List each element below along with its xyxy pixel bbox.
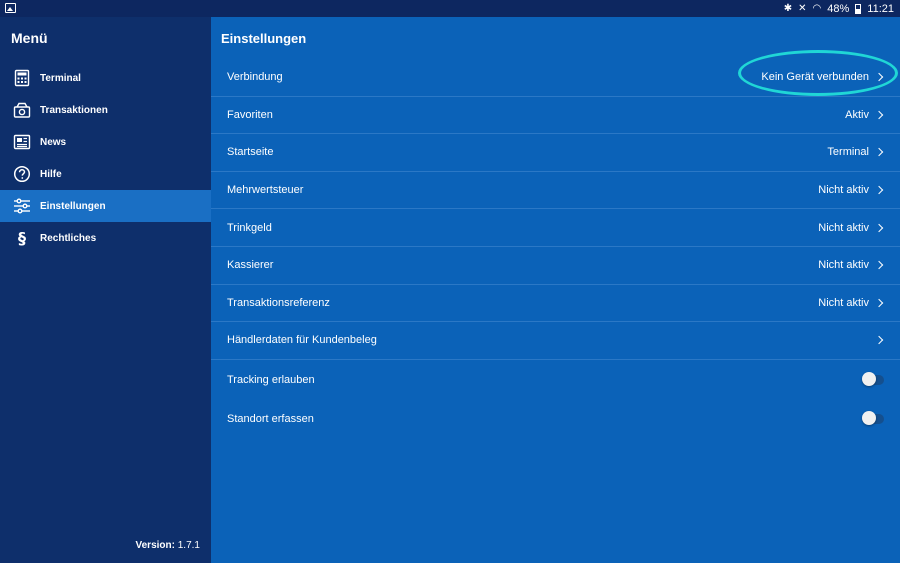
settings-row-tracking: Tracking erlauben (211, 360, 900, 400)
sidebar-title: Menü (11, 30, 48, 46)
row-label: Tracking erlauben (227, 373, 315, 386)
settings-row-mehrwertsteuer[interactable]: Mehrwertsteuer Nicht aktiv (211, 172, 900, 210)
row-label: Standort erfassen (227, 413, 314, 425)
sidebar-item-rechtliches[interactable]: § Rechtliches (0, 222, 211, 254)
toggle-knob (862, 411, 876, 425)
gallery-icon (5, 3, 16, 13)
calculator-icon (13, 69, 31, 87)
settings-row-kassierer[interactable]: Kassierer Nicht aktiv (211, 247, 900, 285)
settings-row-verbindung[interactable]: Verbindung Kein Gerät verbunden (211, 50, 900, 97)
mute-icon: ✕ (798, 3, 807, 14)
sidebar-item-label: Transaktionen (40, 104, 108, 116)
paragraph-icon: § (13, 229, 31, 247)
settings-row-startseite[interactable]: Startseite Terminal (211, 134, 900, 172)
version-value: 1.7.1 (177, 540, 200, 551)
app-version: Version: 1.7.1 (136, 540, 201, 551)
version-label: Version: (135, 540, 175, 551)
newspaper-icon (13, 133, 31, 151)
sidebar-item-einstellungen[interactable]: Einstellungen (0, 190, 211, 222)
sidebar-item-terminal[interactable]: Terminal (0, 62, 211, 94)
chevron-right-icon (874, 298, 884, 308)
settings-row-standort: Standort erfassen (211, 399, 900, 439)
row-value: Kein Gerät verbunden (761, 71, 869, 84)
tracking-toggle[interactable] (862, 371, 884, 386)
row-value: Nicht aktiv (818, 221, 869, 234)
sidebar-item-label: Einstellungen (40, 200, 106, 212)
row-label: Verbindung (227, 71, 283, 84)
row-value: Terminal (827, 146, 869, 159)
row-value: Nicht aktiv (818, 296, 869, 309)
chevron-right-icon (874, 110, 884, 120)
clock: 11:21 (867, 2, 894, 15)
row-label: Startseite (227, 146, 274, 159)
status-bar: ✱ ✕ ◠ 48% 11:21 (0, 0, 900, 17)
row-label: Händlerdaten für Kundenbeleg (227, 334, 377, 347)
row-value: Nicht aktiv (818, 259, 869, 272)
sidebar-item-label: Rechtliches (40, 232, 97, 244)
bluetooth-icon: ✱ (783, 3, 793, 14)
svg-text:§: § (18, 229, 26, 247)
sidebar-item-label: News (40, 136, 67, 148)
row-label: Kassierer (227, 259, 274, 272)
toggle-knob (862, 371, 876, 386)
row-label: Favoriten (227, 108, 273, 121)
sidebar-menu: Terminal Transaktionen News Hilfe Einste… (0, 62, 211, 254)
row-label: Mehrwertsteuer (227, 184, 304, 197)
sidebar-item-hilfe[interactable]: Hilfe (0, 158, 211, 190)
settings-row-favoriten[interactable]: Favoriten Aktiv (211, 97, 900, 135)
row-label: Transaktionsreferenz (227, 296, 330, 309)
status-bar-right: ✱ ✕ ◠ 48% 11:21 (784, 0, 894, 17)
sidebar-item-transaktionen[interactable]: Transaktionen (0, 94, 211, 126)
cash-register-icon (13, 101, 31, 119)
sidebar-item-label: Terminal (40, 72, 81, 84)
settings-row-transaktionsreferenz[interactable]: Transaktionsreferenz Nicht aktiv (211, 285, 900, 323)
chevron-right-icon (874, 223, 884, 232)
sliders-icon (13, 197, 31, 215)
chevron-right-icon (874, 148, 884, 157)
wifi-icon: ◠ (812, 3, 822, 14)
location-toggle[interactable] (862, 411, 884, 425)
settings-row-haendlerdaten[interactable]: Händlerdaten für Kundenbeleg (211, 322, 900, 360)
row-value: Nicht aktiv (818, 184, 869, 197)
help-icon (13, 165, 31, 183)
sidebar-item-news[interactable]: News (0, 126, 211, 158)
sidebar: Menü Terminal Transaktionen News Hilfe E… (0, 17, 211, 563)
settings-panel: Einstellungen Verbindung Kein Gerät verb… (211, 17, 900, 563)
settings-row-trinkgeld[interactable]: Trinkgeld Nicht aktiv (211, 209, 900, 247)
page-title: Einstellungen (221, 31, 307, 46)
battery-icon (855, 3, 862, 14)
sidebar-item-label: Hilfe (40, 168, 62, 180)
chevron-right-icon (874, 336, 884, 345)
battery-percent: 48% (827, 2, 850, 15)
chevron-right-icon (874, 185, 884, 195)
row-label: Trinkgeld (227, 221, 272, 234)
chevron-right-icon (874, 73, 884, 82)
row-value: Aktiv (845, 108, 869, 121)
chevron-right-icon (874, 261, 884, 270)
settings-list: Verbindung Kein Gerät verbunden Favorite… (211, 50, 900, 439)
